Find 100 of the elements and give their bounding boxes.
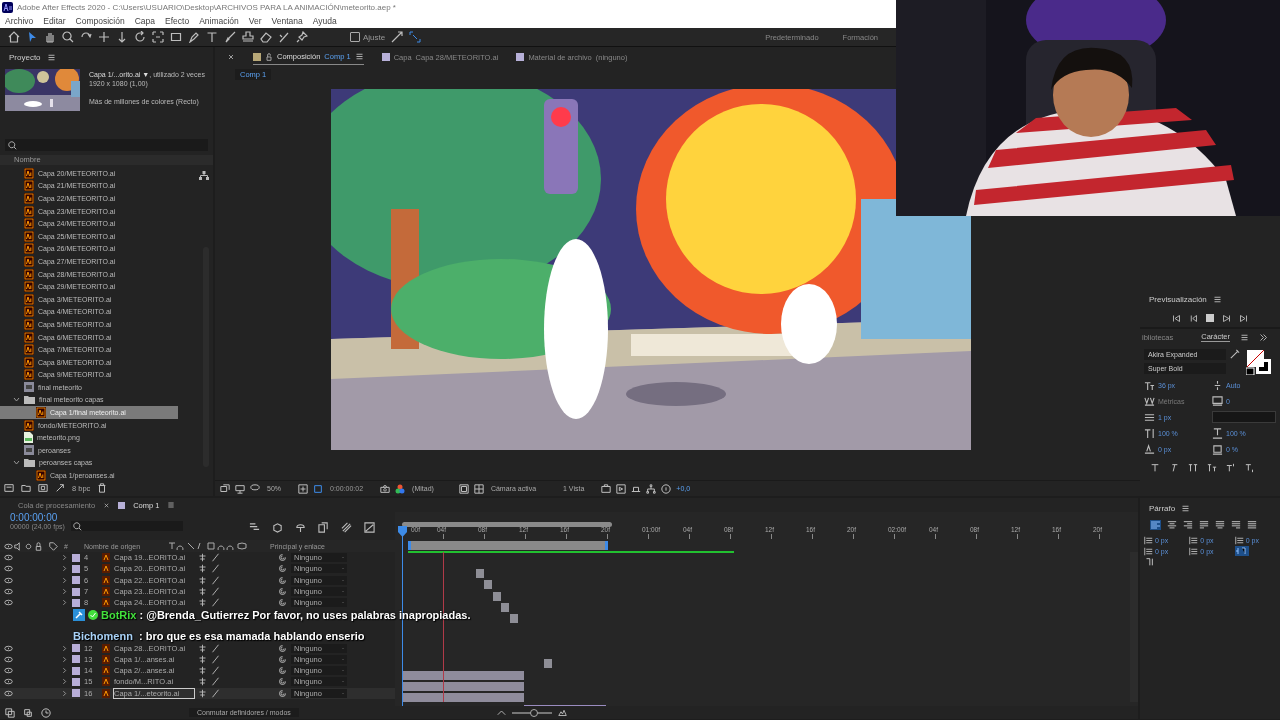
panel-menu-icon[interactable] — [354, 52, 364, 61]
parent-pick-whip-icon[interactable] — [278, 587, 287, 597]
menu-item[interactable]: Archivo — [5, 16, 34, 26]
superscript-icon[interactable] — [1226, 463, 1236, 473]
hand-icon[interactable] — [44, 31, 56, 43]
text-direction-rtl-icon[interactable] — [1144, 557, 1154, 567]
eye-icon[interactable] — [4, 666, 13, 676]
snap-checkbox[interactable]: Ajuste — [350, 32, 386, 42]
justify-right-icon[interactable] — [1231, 520, 1241, 530]
render-time-icon[interactable] — [41, 707, 51, 718]
parent-pick-whip-icon[interactable] — [278, 575, 287, 585]
safe-zones-icon[interactable] — [298, 483, 308, 494]
rectangle-tool-icon[interactable] — [170, 31, 182, 43]
collapse-switch-icon[interactable] — [198, 654, 207, 664]
panel-tab[interactable]: Párrafo — [1149, 503, 1176, 513]
align-center-icon[interactable] — [1167, 520, 1177, 530]
lock-icon[interactable] — [265, 52, 273, 61]
always-preview-icon[interactable] — [220, 483, 230, 494]
new-folder-icon[interactable] — [21, 483, 31, 493]
panel-menu-icon[interactable] — [1212, 294, 1222, 304]
region-of-interest-icon[interactable] — [458, 483, 469, 494]
collapse-switch-icon[interactable] — [198, 598, 207, 608]
new-composition-icon[interactable] — [38, 483, 48, 493]
align-right-icon[interactable] — [1183, 520, 1193, 530]
brush-icon[interactable] — [224, 31, 236, 43]
flowchart-icon[interactable] — [199, 171, 209, 180]
double-chevron-icon[interactable] — [1259, 332, 1269, 342]
collapse-switch-icon[interactable] — [198, 677, 207, 687]
eye-icon[interactable] — [4, 654, 13, 664]
search-field[interactable] — [5, 139, 208, 151]
parent-pick-whip-icon[interactable] — [278, 643, 287, 653]
last-frame-icon[interactable] — [1239, 313, 1248, 323]
eye-icon[interactable] — [4, 677, 13, 687]
justify-left-icon[interactable] — [1199, 520, 1209, 530]
panel-menu-icon[interactable] — [1240, 332, 1250, 342]
trash-icon[interactable] — [97, 483, 108, 493]
transparency-icon[interactable] — [473, 483, 484, 494]
collapse-switch-icon[interactable] — [198, 643, 207, 653]
collapse-switch-icon[interactable] — [198, 564, 207, 574]
snapshot-icon[interactable] — [380, 483, 391, 494]
faux-bold-icon[interactable] — [1150, 463, 1160, 473]
play-icon[interactable] — [1222, 313, 1231, 323]
snap-grid-icon[interactable] — [409, 31, 422, 43]
text-direction-icon[interactable] — [1234, 546, 1249, 556]
draft-3d-icon[interactable] — [271, 522, 283, 533]
all-caps-icon[interactable] — [1188, 463, 1198, 473]
panel-tab[interactable]: Proyecto — [9, 52, 41, 62]
parent-pick-whip-icon[interactable] — [278, 553, 287, 563]
anchor-point-icon[interactable] — [152, 31, 164, 43]
eye-icon[interactable] — [4, 553, 13, 563]
menu-item[interactable]: Ver — [248, 16, 262, 26]
parent-pick-whip-icon[interactable] — [278, 564, 287, 574]
menu-item[interactable]: Composición — [75, 16, 125, 26]
frame-blending-icon[interactable] — [317, 522, 329, 533]
layer-duration-bar[interactable] — [402, 670, 524, 680]
menu-item[interactable]: Animación — [199, 16, 239, 26]
close-icon[interactable] — [227, 53, 235, 61]
eye-icon[interactable] — [4, 575, 13, 585]
snap-options-icon[interactable] — [391, 31, 404, 43]
eye-icon[interactable] — [4, 587, 13, 597]
fast-preview-icon[interactable] — [616, 483, 627, 494]
eye-icon[interactable] — [4, 688, 13, 698]
rotate-icon[interactable] — [134, 31, 146, 43]
layer-duration-bar[interactable] — [509, 614, 518, 624]
search-field[interactable] — [70, 521, 183, 531]
panel-menu-icon[interactable] — [46, 52, 56, 62]
fill-stroke-swatch-icon[interactable] — [1246, 349, 1272, 375]
zoom-out-icon[interactable] — [496, 708, 506, 717]
pin-icon[interactable] — [296, 31, 308, 43]
reset-exposure-icon[interactable] — [661, 483, 672, 494]
parent-pick-whip-icon[interactable] — [278, 598, 287, 608]
shy-layers-icon[interactable] — [294, 522, 306, 533]
menu-item[interactable]: Efecto — [165, 16, 190, 26]
layer-switches-icon[interactable] — [5, 707, 15, 718]
search-icon[interactable] — [62, 31, 74, 43]
subscript-icon[interactable] — [1245, 463, 1255, 473]
justify-all-icon[interactable] — [1247, 520, 1257, 530]
transfer-controls-icon[interactable] — [23, 707, 33, 718]
transparency-grid-icon[interactable] — [313, 483, 323, 494]
menu-item[interactable]: Capa — [134, 16, 156, 26]
menu-item[interactable]: Editar — [43, 16, 66, 26]
motion-blur-icon[interactable] — [340, 522, 352, 533]
collapse-switch-icon[interactable] — [198, 688, 207, 698]
current-time-display[interactable]: 0:00:00:00 — [10, 512, 65, 523]
layer-duration-bar[interactable] — [402, 693, 524, 703]
interpret-footage-icon[interactable] — [4, 483, 14, 493]
graph-editor-icon[interactable] — [363, 522, 375, 533]
monitor-icon[interactable] — [235, 483, 245, 494]
close-icon[interactable] — [103, 501, 111, 509]
home-icon[interactable] — [8, 31, 20, 43]
parent-pick-whip-icon[interactable] — [278, 677, 287, 687]
panel-menu-icon[interactable] — [1181, 503, 1191, 513]
first-frame-icon[interactable] — [1172, 313, 1181, 323]
collapse-switch-icon[interactable] — [198, 666, 207, 676]
slider-thumb[interactable] — [529, 708, 538, 717]
stamp-icon[interactable] — [242, 31, 254, 43]
eye-icon[interactable] — [4, 564, 13, 574]
pen-tool-icon[interactable] — [188, 31, 200, 43]
layer-duration-bar[interactable] — [543, 659, 552, 669]
faux-italic-icon[interactable] — [1169, 463, 1179, 473]
